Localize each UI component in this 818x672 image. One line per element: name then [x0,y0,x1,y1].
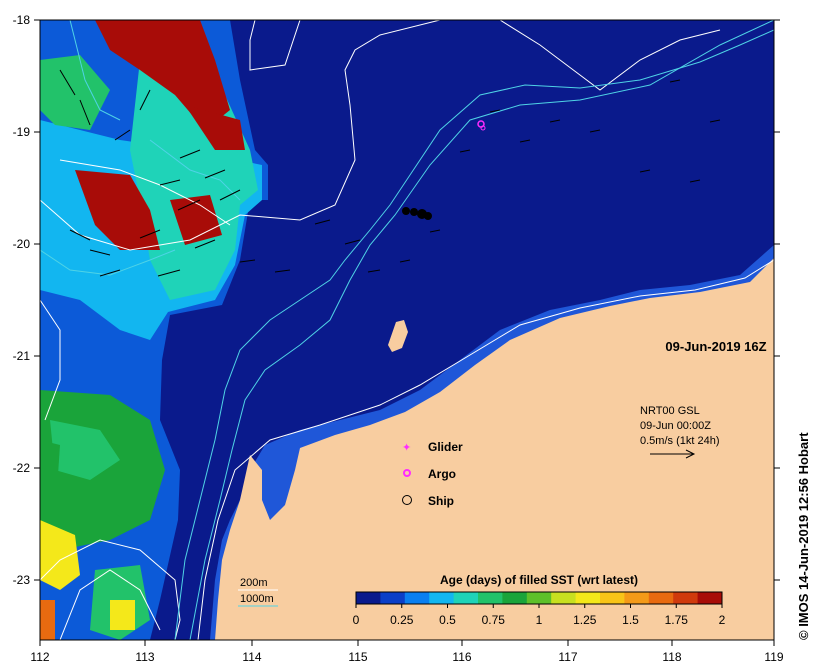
current-source: NRT00 GSL [640,405,700,417]
x-tick-label: 113 [135,650,154,664]
colorbar-tick-label: 0.75 [482,613,506,627]
colorbar-swatch [453,592,479,604]
colorbar-swatch [404,592,430,604]
colorbar-tick-label: 1 [536,613,543,627]
colorbar-tick-label: 0.5 [439,613,456,627]
y-tick-label: -23 [13,573,31,587]
legend-glider: Glider [428,440,463,454]
colorbar-tick-label: 2 [719,613,726,627]
y-tick-label: -21 [13,349,31,363]
legend-200m: 200m [240,577,268,589]
legend-ship: Ship [428,494,454,508]
colorbar-swatch [624,592,650,604]
colorbar-swatch [673,592,699,604]
glider-icon: ✦ [402,441,411,454]
colorbar-swatch [526,592,552,604]
colorbar-tick-label: 1.5 [622,613,639,627]
y-tick-label: -20 [13,237,31,251]
y-tick-label: -19 [13,125,31,139]
y-tick-label: -18 [13,13,31,27]
colorbar-swatch [356,592,381,604]
current-time: 09-Jun 00:00Z [640,420,711,432]
colorbar-swatch [697,592,723,604]
x-tick-label: 114 [242,650,261,664]
colorbar-tick-label: 0 [353,613,360,627]
colorbar-swatch [551,592,577,604]
colorbar-swatch [648,592,674,604]
colorbar-tick-label: 0.25 [390,613,414,627]
x-tick-label: 117 [558,650,577,664]
ship-marker[interactable] [402,207,410,215]
colorbar-swatch [478,592,503,604]
colorbar-title: Age (days) of filled SST (wrt latest) [440,573,638,587]
colorbar-swatches [356,592,723,604]
x-tick-label: 118 [662,650,681,664]
ship-marker[interactable] [424,212,432,220]
colorbar-tick-label: 1.25 [573,613,597,627]
x-tick-label: 119 [764,650,783,664]
colorbar-swatch [575,592,601,604]
colorbar-swatch [502,592,528,604]
date-label: 09-Jun-2019 16Z [665,339,766,354]
colorbar-swatch [600,592,625,604]
y-axis: -18 -19 -20 -21 -22 -23 [13,13,31,587]
credit-text: © IMOS 14-Jun-2019 12:56 Hobart [796,432,811,640]
colorbar-tick-label: 1.75 [665,613,689,627]
current-scale: 0.5m/s (1kt 24h) [640,435,719,447]
x-axis: 112 113 114 115 116 117 118 119 [30,650,783,664]
ship-marker[interactable] [410,208,418,216]
legend-argo: Argo [428,467,456,481]
sst-map: 112 113 114 115 116 117 118 119 -18 -19 … [13,13,784,664]
y-tick-label: -22 [13,461,31,475]
colorbar-swatch [429,592,455,604]
x-tick-label: 112 [30,650,49,664]
colorbar-swatch [380,592,406,604]
legend-1000m: 1000m [240,593,274,605]
x-tick-label: 116 [452,650,471,664]
x-tick-label: 115 [348,650,367,664]
